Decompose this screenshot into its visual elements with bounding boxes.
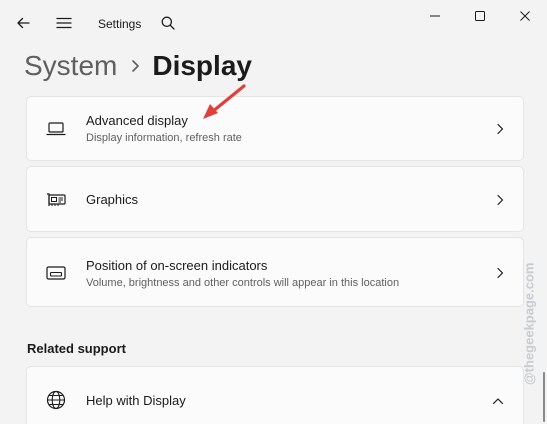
chevron-right-icon [495,266,505,280]
hamburger-menu-icon [56,17,72,29]
help-with-display-title: Help with Display [86,393,186,408]
chevron-right-icon [495,122,505,136]
graphics-title: Graphics [86,192,139,207]
screen-indicator-icon [45,262,67,284]
advanced-display-title: Advanced display [86,113,188,128]
graphics-card-icon [45,189,67,211]
minimize-icon [430,15,440,17]
search-icon [161,16,175,30]
search-button[interactable] [153,8,183,38]
navigation-menu-button[interactable] [49,8,79,38]
advanced-display-card[interactable]: Advanced display Display information, re… [26,96,524,161]
chevron-up-icon[interactable] [491,394,505,408]
watermark-text: @thegeekpage.com [521,262,537,386]
page-title: Display [152,50,252,81]
breadcrumb: System Display [24,46,252,86]
help-with-display-card[interactable]: Help with Display [26,366,524,424]
title-bar: Settings [0,0,547,48]
annotation-arrow [203,84,246,119]
on-screen-indicators-card[interactable]: Position of on-screen indicators Volume,… [26,237,524,307]
close-button[interactable] [502,0,547,32]
app-title: Settings [98,17,142,31]
minimize-button[interactable] [412,0,458,32]
breadcrumb-chevron-icon [131,59,140,73]
graphics-card[interactable]: Graphics [26,166,524,232]
on-screen-indicators-subtitle: Volume, brightness and other controls wi… [86,277,400,289]
maximize-button[interactable] [457,0,503,32]
maximize-icon [475,11,485,21]
advanced-display-subtitle: Display information, refresh rate [86,132,242,144]
back-button[interactable] [8,8,38,38]
on-screen-indicators-title: Position of on-screen indicators [86,258,268,273]
back-arrow-icon [17,17,30,29]
breadcrumb-system[interactable]: System [24,50,117,82]
globe-icon [45,389,67,411]
laptop-display-icon [45,118,67,140]
related-support-heading: Related support [27,341,126,356]
scrollbar[interactable] [543,372,545,422]
close-icon [520,11,530,21]
chevron-right-icon [495,193,505,207]
